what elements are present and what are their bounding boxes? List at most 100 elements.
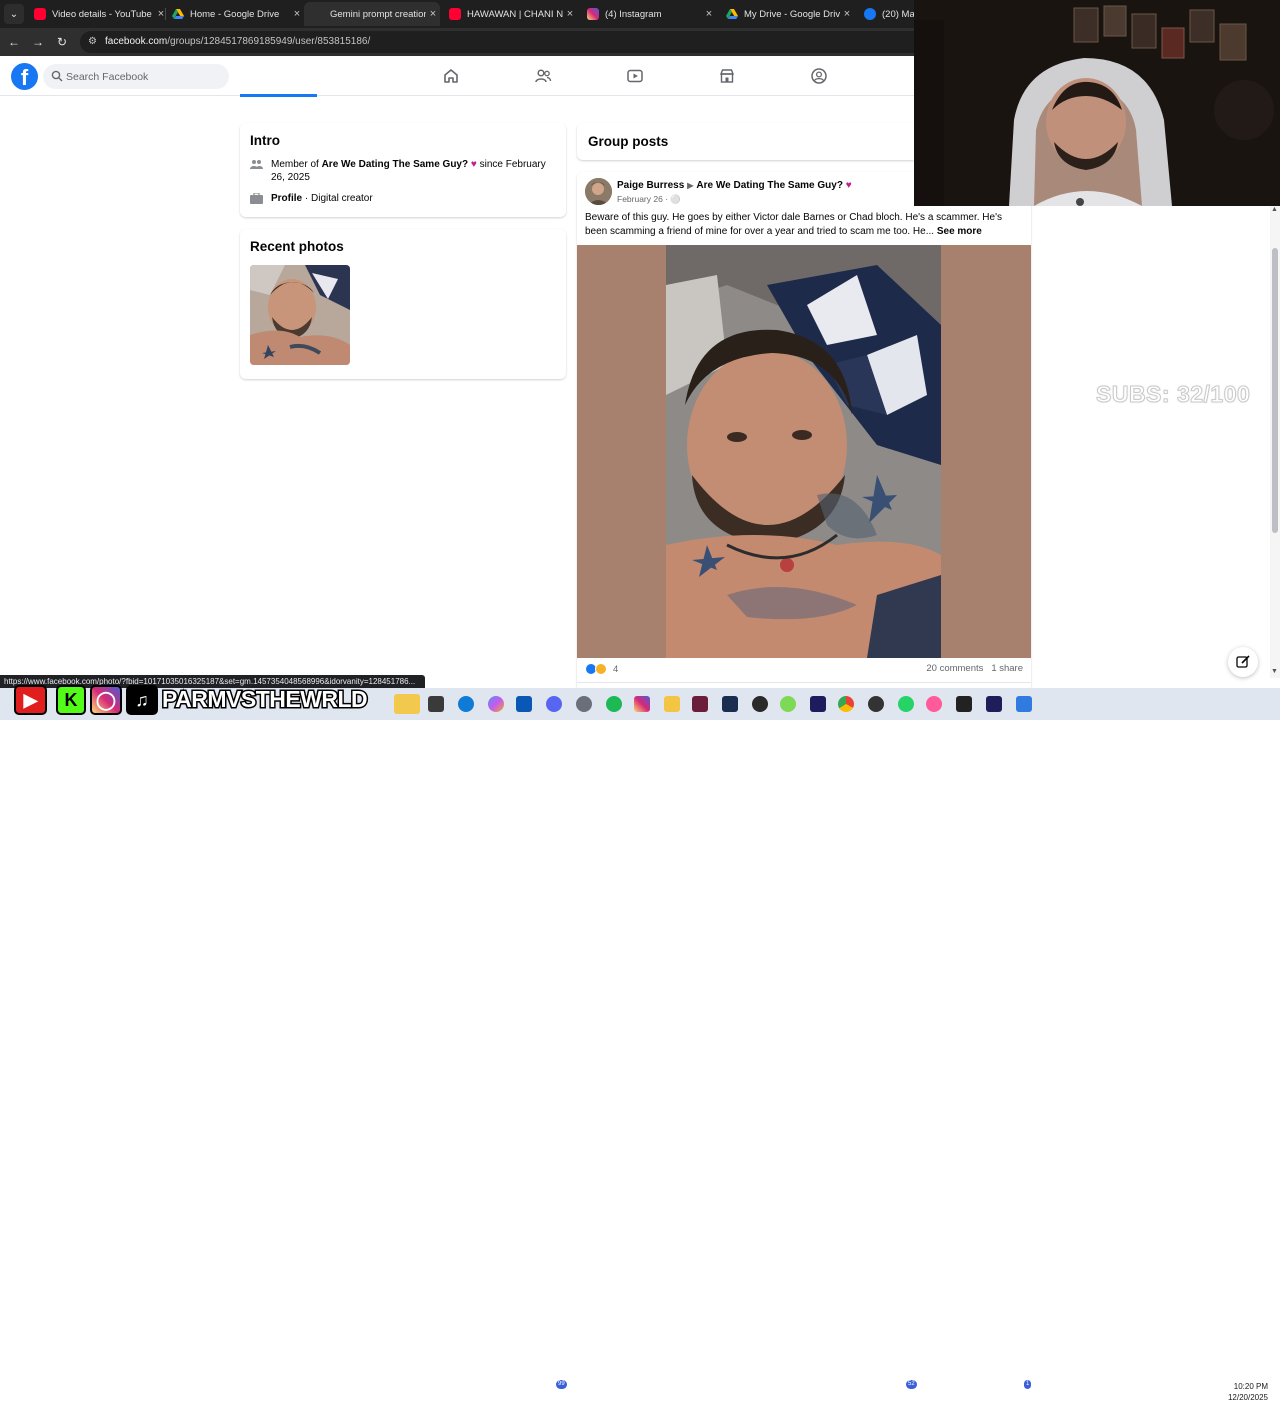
tab-title: Home - Google Drive (190, 8, 280, 20)
recent-photos-title: Recent photos (250, 239, 344, 254)
tab-search-chevron-icon[interactable]: ⌄ (4, 4, 24, 24)
browser-tab-my-drive[interactable]: My Drive - Google Drive × (718, 2, 854, 26)
group-posts-title: Group posts (588, 134, 669, 149)
post-group-link[interactable]: Are We Dating The Same Guy? (696, 180, 843, 191)
forward-arrow-icon[interactable]: → (30, 34, 46, 50)
scrollbar-thumb[interactable] (1272, 248, 1278, 533)
discord-icon[interactable] (546, 696, 562, 712)
webcam-feed-image (914, 0, 1280, 206)
instagram-favicon-icon (587, 8, 599, 20)
edge-icon[interactable] (458, 696, 474, 712)
system-clock[interactable]: 10:20 PM 12/20/2025 (1218, 1381, 1268, 1403)
browser-tab-gemini[interactable]: Gemini prompt creation × (304, 2, 440, 26)
close-tab-icon[interactable]: × (840, 8, 854, 20)
file-explorer-icon[interactable] (664, 696, 680, 712)
browser-tab-google-drive[interactable]: Home - Google Drive × (164, 2, 304, 26)
site-info-icon[interactable]: ⚙ (88, 36, 100, 48)
reactions-summary[interactable]: 4 (585, 663, 618, 675)
shares-count-link[interactable]: 1 share (991, 663, 1023, 674)
reload-icon[interactable]: ↻ (54, 34, 70, 50)
globe-icon: ⚪ (670, 194, 681, 204)
author-avatar[interactable] (585, 178, 612, 205)
url-domain: facebook.com (105, 36, 168, 47)
post-photo[interactable] (577, 245, 1031, 658)
spotify-icon[interactable] (606, 696, 622, 712)
facebook-top-nav: f Search Facebook (0, 56, 914, 96)
next-app-icon[interactable] (692, 696, 708, 712)
vscode-badge: 1 (1024, 1380, 1032, 1389)
marketplace-icon[interactable] (718, 67, 736, 85)
google-drive-favicon-icon (172, 8, 184, 20)
youtube-favicon-icon (449, 8, 461, 20)
close-tab-icon[interactable]: × (563, 8, 577, 20)
youtube-favicon-icon (34, 8, 46, 20)
task-view-icon[interactable] (428, 696, 444, 712)
post-date[interactable]: February 26 · (617, 194, 668, 204)
post-stats: 20 comments 1 share (926, 663, 1023, 674)
subscriber-goal-overlay: SUBS: 32/100 (1095, 381, 1251, 408)
close-tab-icon[interactable]: × (426, 8, 440, 20)
facebook-search-input[interactable]: Search Facebook (43, 64, 229, 89)
intro-title: Intro (250, 133, 280, 148)
scroll-up-icon[interactable]: ▲ (1271, 206, 1278, 213)
compose-icon (1236, 655, 1250, 668)
instagram-brand-icon: ◯ (90, 685, 122, 715)
browser-tab-facebook[interactable]: (20) Mark (856, 2, 914, 26)
copilot-icon[interactable] (488, 696, 504, 712)
post-author-line: Paige Burress ▶ Are We Dating The Same Guy… (617, 180, 852, 191)
post-text: Beware of this guy. He goes by either Vi… (585, 211, 1025, 238)
group-members-icon (250, 160, 263, 169)
briefcase-icon (250, 193, 263, 204)
profile-detail: · Digital creator (302, 193, 373, 204)
video-icon[interactable] (626, 67, 644, 85)
whatsapp-icon[interactable] (898, 696, 914, 712)
instagram-app-icon[interactable] (634, 696, 650, 712)
new-message-button[interactable] (1228, 647, 1258, 677)
recent-photo-thumbnail[interactable] (250, 265, 350, 365)
tab-title: Video details - YouTube S (52, 8, 154, 20)
photoshop-icon[interactable] (722, 696, 738, 712)
search-placeholder: Search Facebook (66, 71, 149, 83)
voice-app-icon[interactable] (868, 696, 884, 712)
gemini-favicon-icon (312, 8, 324, 20)
group-name-link[interactable]: Are We Dating The Same Guy? (322, 159, 469, 170)
settings-gear-icon[interactable] (576, 696, 592, 712)
vscode-icon[interactable] (1016, 696, 1032, 712)
capcut-icon[interactable] (956, 696, 972, 712)
back-arrow-icon[interactable]: ← (6, 34, 22, 50)
channel-name-overlay: PARMVSTHEWRLD (160, 685, 369, 714)
page-scrollbar[interactable]: ▲ ▼ (1270, 206, 1280, 678)
social-app-icon[interactable] (926, 696, 942, 712)
search-icon (51, 70, 63, 82)
see-more-link[interactable]: See more (937, 226, 982, 237)
youtube-brand-icon: ▶ (14, 685, 47, 715)
groups-icon[interactable] (810, 67, 828, 85)
scroll-down-icon[interactable]: ▼ (1271, 668, 1278, 675)
intro-card: Intro Member of Are We Dating The Same G… (240, 123, 566, 217)
url-path: /groups/1284517869185949/user/853815186/ (167, 36, 371, 47)
browser-tab-instagram[interactable]: (4) Instagram × (579, 2, 716, 26)
app-icon[interactable] (394, 694, 420, 714)
tab-title: (20) Mark (882, 8, 914, 20)
comments-count-link[interactable]: 20 comments (926, 663, 983, 674)
facebook-logo-icon[interactable]: f (11, 63, 38, 90)
tiktok-brand-icon: ♫ (126, 685, 158, 715)
browser-tab-hawawan[interactable]: HAWAWAN | CHANI NATT × (441, 2, 577, 26)
home-icon[interactable] (442, 67, 460, 85)
media-encoder-icon[interactable] (986, 696, 1002, 712)
browser-tab-youtube[interactable]: Video details - YouTube S × (26, 2, 168, 26)
whatsapp-badge: 52 (906, 1380, 917, 1389)
profile-label: Profile (271, 193, 303, 204)
chat-app-icon[interactable] (780, 696, 796, 712)
close-tab-icon[interactable]: × (702, 8, 716, 20)
obs-icon[interactable] (752, 696, 768, 712)
group-posts-header-card: Group posts (577, 123, 914, 160)
tab-title: (4) Instagram (605, 8, 662, 20)
store-icon[interactable] (516, 696, 532, 712)
close-tab-icon[interactable]: × (290, 8, 304, 20)
author-name-link[interactable]: Paige Burress (617, 180, 684, 191)
kick-brand-icon: K (56, 685, 86, 715)
chrome-icon[interactable] (838, 696, 854, 712)
friends-icon[interactable] (534, 67, 552, 85)
premiere-icon[interactable] (810, 696, 826, 712)
